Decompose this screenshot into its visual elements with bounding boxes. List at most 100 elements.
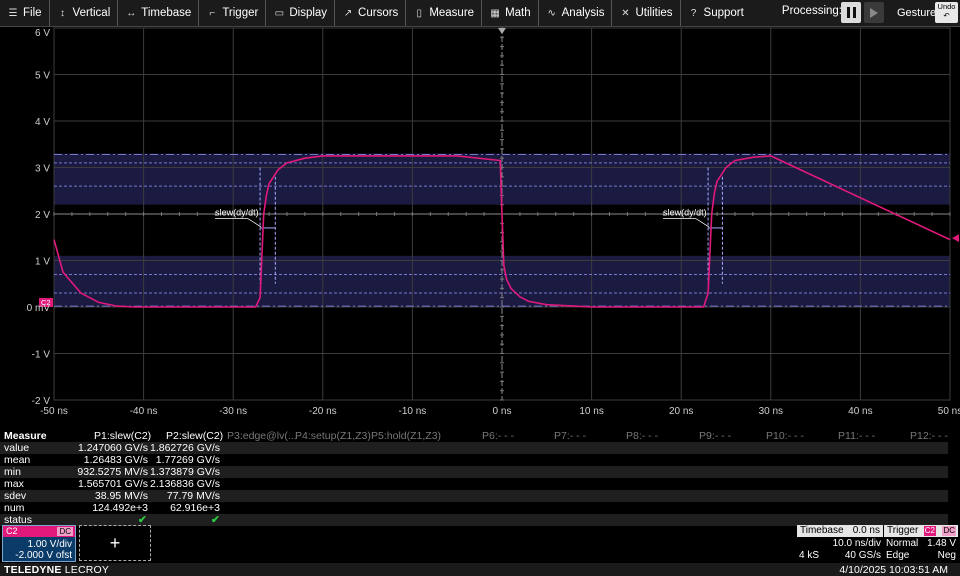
timebase-delay: 0.0 ns — [852, 525, 880, 536]
measure-table: Measure P1:slew(C2) P2:slew(C2) P3:edge@… — [0, 428, 960, 526]
p1-cell: 124.492e+3 — [92, 502, 148, 514]
menu-analysis[interactable]: ∿ Analysis — [539, 0, 613, 26]
slew-annotation: slew(dy/dt) — [215, 207, 259, 217]
p1-cell: 1.247060 GV/s — [77, 442, 148, 454]
x-tick-label: -50 ns — [40, 406, 68, 417]
y-tick-label: 6 V — [35, 28, 50, 39]
trigger-icon: ⌐ — [209, 7, 216, 19]
y-tick-label: 2 V — [35, 210, 50, 221]
timebase-icon: ↔ — [126, 7, 137, 19]
measure-header-row: Measure P1:slew(C2) P2:slew(C2) P3:edge@… — [0, 430, 948, 442]
p8-header[interactable]: P8:- - - — [626, 430, 658, 442]
undo-button[interactable]: Undo ↶ — [935, 2, 958, 23]
x-tick-label: 50 ns — [938, 406, 960, 417]
processing-label: Processing: — [781, 5, 842, 17]
file-icon: ☰ — [8, 7, 18, 19]
channel-offset: -2.000 V ofst — [15, 550, 72, 561]
trigger-slope: Neg — [937, 550, 956, 561]
measure-row-mean: mean 1.26483 GV/s 1.77269 GV/s — [0, 454, 948, 466]
trigger-level-marker[interactable] — [952, 234, 959, 243]
menu-support[interactable]: ? Support — [681, 0, 751, 26]
y-tick-label: 4 V — [35, 117, 50, 128]
brand-name: TELEDYNE — [4, 564, 62, 576]
measure-row-max: max 1.565701 GV/s 2.136836 GV/s — [0, 478, 948, 490]
waveform-grid[interactable]: slew(dy/dt) slew(dy/dt) C2 6 V5 V4 V3 V2 V1… — [0, 27, 960, 425]
menu-math[interactable]: ▦ Math — [482, 0, 539, 26]
menu-file[interactable]: ☰ File — [0, 0, 50, 26]
add-trace-button[interactable]: + — [79, 525, 151, 561]
p2-cell: 2.136836 GV/s — [150, 478, 221, 490]
play-icon — [870, 7, 878, 18]
menu-math-label: Math — [505, 7, 531, 19]
y-tick-label: 1 V — [35, 257, 50, 268]
measure-row-num: num 124.492e+3 62.916e+3 — [0, 502, 948, 514]
timebase-tdiv: 10.0 ns/div — [832, 538, 881, 549]
menu-display-label: Display — [289, 7, 328, 19]
p1-cell: 1.565701 GV/s — [77, 478, 148, 490]
y-tick-label: -1 V — [32, 350, 51, 361]
x-tick-label: -20 ns — [309, 406, 337, 417]
row-label: value — [4, 442, 30, 454]
row-label: min — [4, 466, 21, 478]
p1-cell: 38.95 MV/s — [94, 490, 148, 502]
brand-logo: TELEDYNE LECROY — [4, 564, 109, 576]
p1-cell: 932.5275 MV/s — [77, 466, 148, 478]
menu-measure-label: Measure — [429, 7, 475, 19]
undo-label: Undo — [937, 2, 956, 11]
trigger-type: Edge — [886, 550, 910, 561]
analysis-icon: ∿ — [547, 7, 556, 19]
measure-title: Measure — [4, 430, 47, 442]
p9-header[interactable]: P9:- - - — [699, 430, 731, 442]
p11-header[interactable]: P11:- - - — [838, 430, 875, 442]
p2-cell: 62.916e+3 — [170, 502, 220, 514]
row-label: max — [4, 478, 24, 490]
menu-display[interactable]: ▭ Display — [266, 0, 336, 26]
row-label: sdev — [4, 490, 27, 502]
y-tick-label: 0 mV — [27, 303, 51, 314]
x-tick-label: 30 ns — [759, 406, 783, 417]
menu-timebase[interactable]: ↔ Timebase — [118, 0, 200, 26]
timebase-descriptor[interactable]: Timebase 0.0 ns 10.0 ns/div 4 kS 40 GS/s — [797, 525, 883, 562]
p3-header[interactable]: P3:edge@lv(... — [227, 430, 297, 442]
x-tick-label: -30 ns — [219, 406, 247, 417]
measure-row-min: min 932.5275 MV/s 1.373879 GV/s — [0, 466, 948, 478]
trigger-level: 1.48 V — [927, 538, 956, 549]
row-label: mean — [4, 454, 31, 466]
brand-name-2: LECROY — [61, 564, 110, 576]
play-button[interactable] — [864, 2, 884, 23]
measure-icon: ▯ — [416, 7, 423, 19]
menu-trigger[interactable]: ⌐ Trigger — [199, 0, 267, 26]
measure-row-value: value 1.247060 GV/s 1.862726 GV/s — [0, 442, 948, 454]
menu-measure[interactable]: ▯ Measure — [406, 0, 483, 26]
channel-descriptor-c2[interactable]: C2 DC 1.00 V/div -2.000 V ofst — [2, 525, 76, 562]
p10-header[interactable]: P10:- - - — [766, 430, 804, 442]
trigger-title: Trigger — [887, 525, 919, 536]
menu-utilities[interactable]: ✕ Utilities — [612, 0, 681, 26]
trigger-descriptor[interactable]: Trigger C2 DC Normal 1.48 V Edge Neg — [884, 525, 958, 562]
p2-cell: 77.79 MV/s — [166, 490, 220, 502]
menu-cursors-label: Cursors — [358, 7, 399, 19]
trigger-mode: Normal — [886, 538, 919, 549]
menu-trigger-label: Trigger — [222, 7, 259, 19]
status-bar: TELEDYNE LECROY 4/10/2025 10:03:51 AM — [0, 563, 960, 576]
menu-vertical[interactable]: ↕ Vertical — [50, 0, 119, 26]
menu-bar: ☰ File ↕ Vertical ↔ Timebase ⌐ Trigger ▭ Disp… — [0, 0, 960, 27]
row-label: num — [4, 502, 25, 514]
timebase-rate: 40 GS/s — [844, 550, 881, 561]
p2-header[interactable]: P2:slew(C2) — [166, 430, 223, 442]
y-tick-label: 5 V — [35, 71, 50, 82]
p12-header[interactable]: P12:- - - — [910, 430, 948, 442]
measure-row-sdev: sdev 38.95 MV/s 77.79 MV/s — [0, 490, 948, 502]
menu-support-label: Support — [703, 7, 744, 19]
p6-header[interactable]: P6:- - - — [482, 430, 514, 442]
p5-header[interactable]: P5:hold(Z1,Z3) — [371, 430, 441, 442]
p4-header[interactable]: P4:setup(Z1,Z3) — [295, 430, 371, 442]
slew-annotation: slew(dy/dt) — [663, 207, 707, 217]
menu-cursors[interactable]: ↗ Cursors — [335, 0, 407, 26]
waveform-svg[interactable]: slew(dy/dt) slew(dy/dt)C26 V5 V4 V3 V2 V1… — [0, 27, 960, 425]
p1-header[interactable]: P1:slew(C2) — [94, 430, 151, 442]
p7-header[interactable]: P7:- - - — [554, 430, 586, 442]
pause-button[interactable] — [841, 2, 861, 23]
p2-status-check-icon: ✔ — [211, 514, 220, 526]
display-icon: ▭ — [274, 7, 285, 19]
